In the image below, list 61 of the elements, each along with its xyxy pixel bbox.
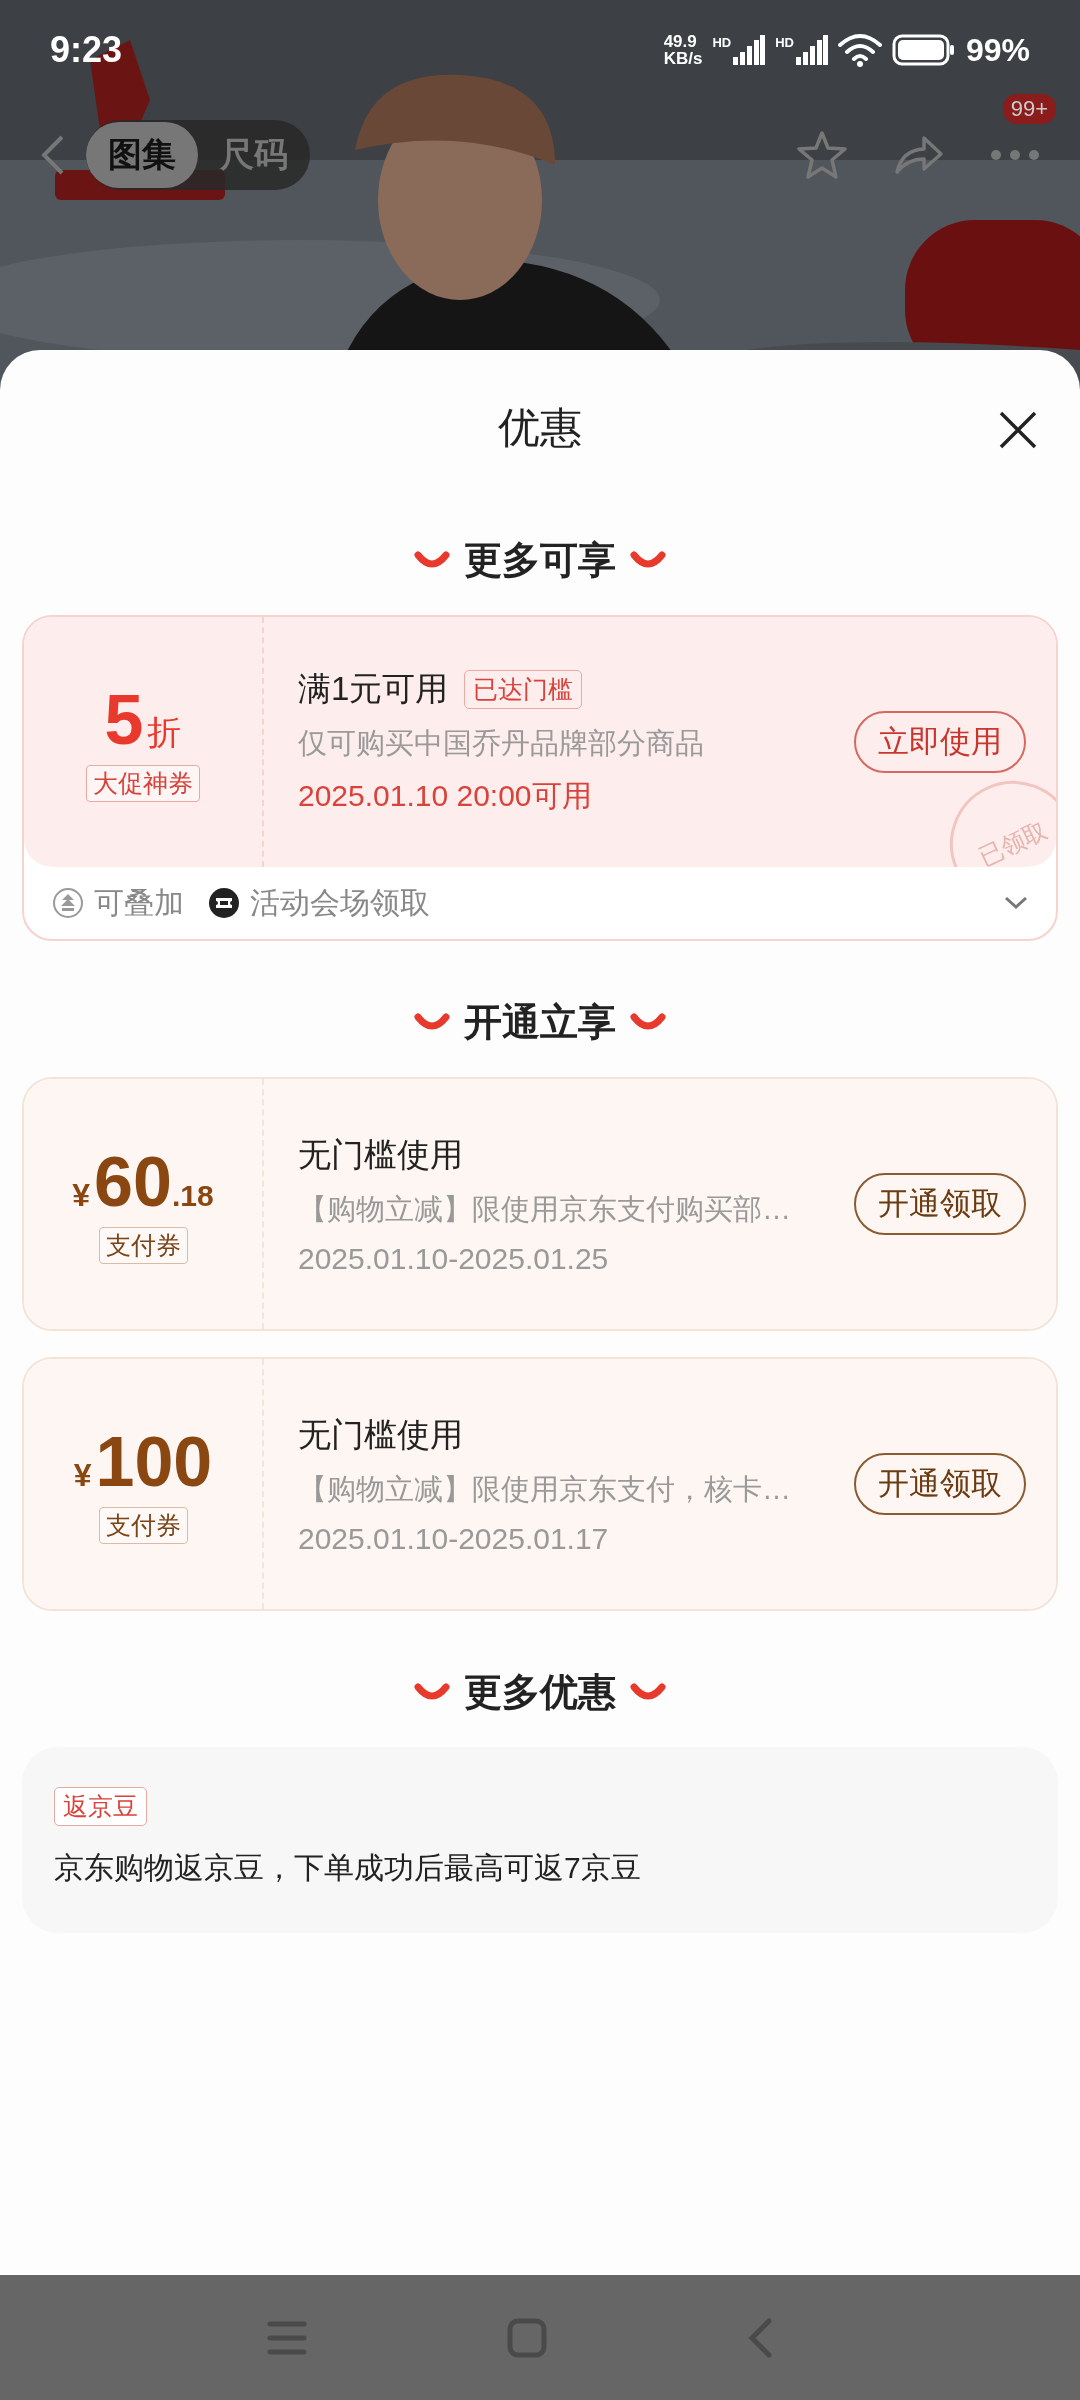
coupon-description: 【购物立减】限使用京东支付，核卡…	[298, 1471, 792, 1507]
coupon-description: 【购物立减】限使用京东支付购买部…	[298, 1191, 792, 1227]
feature-label: 可叠加	[94, 884, 184, 921]
home-icon[interactable]	[507, 2317, 547, 2358]
tab[interactable]: 图集	[86, 122, 198, 188]
tab[interactable]: 尺码	[198, 122, 310, 188]
coupon-button[interactable]: 开通领取	[854, 1173, 1026, 1235]
coupon-amount: 60	[94, 1144, 172, 1219]
coupon-date: 2025.01.10 20:00可用	[298, 778, 593, 814]
curve-icon	[630, 551, 666, 569]
curve-icon	[630, 1013, 666, 1031]
speed-unit: KB/s	[663, 50, 703, 67]
section-heading: 更多可享	[464, 537, 616, 583]
coupon-tag: 支付券	[98, 1506, 188, 1544]
coupon-tag: 支付券	[98, 1226, 188, 1264]
hd-label: HD	[712, 35, 732, 50]
sheet-title: 优惠	[498, 402, 582, 453]
coupon-description: 仅可购买中国乔丹品牌部分商品	[298, 726, 705, 761]
currency-sign: ¥	[72, 1176, 91, 1214]
more-icon[interactable]	[990, 149, 1040, 161]
threshold-badge: 已达门槛	[464, 670, 583, 709]
perk-tag: 返京豆	[54, 1787, 147, 1826]
notification-badge: 99+	[1002, 94, 1056, 124]
back-icon[interactable]	[40, 133, 66, 177]
coupon-title: 无门槛使用	[298, 1414, 463, 1455]
stack-icon	[52, 887, 84, 919]
hd-label: HD	[775, 35, 794, 50]
status-time: 9:23	[50, 29, 123, 71]
coupon-tag: 大促神券	[86, 764, 200, 802]
section-heading: 开通立享	[464, 999, 616, 1045]
coupon-title: 无门槛使用	[298, 1134, 463, 1175]
discount-unit: 折	[147, 711, 182, 753]
coupon-amount: 100	[95, 1424, 213, 1499]
curve-icon	[630, 1683, 666, 1701]
coupon-button[interactable]: 开通领取	[854, 1453, 1026, 1515]
currency-sign: ¥	[73, 1456, 92, 1494]
share-icon[interactable]	[894, 134, 944, 176]
coupon-date: 2025.01.10-2025.01.25	[298, 1241, 610, 1276]
amount-decimal: .18	[171, 1178, 214, 1213]
perk-text: 京东购物返京豆，下单成功后最高可返7京豆	[54, 1850, 641, 1886]
star-icon[interactable]	[796, 130, 848, 180]
feature-label: 活动会场领取	[250, 884, 430, 921]
coupon-amount: 5	[104, 682, 144, 757]
curve-icon	[414, 1683, 450, 1701]
close-icon[interactable]	[998, 410, 1038, 450]
menu-icon[interactable]	[267, 2319, 307, 2356]
network-speed: 49.9	[663, 33, 698, 50]
battery-icon	[891, 34, 956, 66]
coupon-date: 2025.01.10-2025.01.17	[298, 1521, 610, 1556]
wifi-icon	[837, 33, 882, 67]
signal-icon	[733, 35, 766, 65]
battery-level: 99%	[965, 31, 1030, 69]
coupon-title: 满1元可用	[298, 669, 449, 709]
section-heading: 更多优惠	[464, 1669, 616, 1715]
curve-icon	[414, 551, 450, 569]
curve-icon	[414, 1013, 450, 1031]
coupon-button[interactable]: 立即使用	[854, 711, 1026, 773]
signal-icon	[795, 35, 828, 65]
back-icon[interactable]	[747, 2317, 773, 2358]
chevron-down-icon[interactable]	[1004, 896, 1028, 910]
ticket-icon	[208, 887, 240, 919]
